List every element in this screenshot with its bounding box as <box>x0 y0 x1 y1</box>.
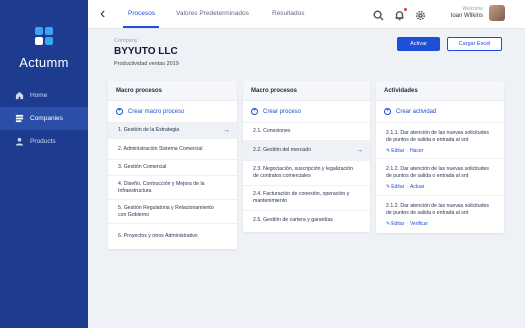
link-separator: · <box>406 221 408 227</box>
list-item[interactable]: 6. Proyectos y otros Administrativo <box>108 224 237 248</box>
action-link[interactable]: Hacer <box>410 148 423 154</box>
active-tab-indicator <box>123 26 159 28</box>
list-item-label: 2. Administración Sistema Comercial <box>118 145 203 152</box>
sidebar-item-label: Companies <box>30 115 63 122</box>
activate-button[interactable]: Activar <box>397 37 440 51</box>
brand-name: Actumm <box>19 55 69 70</box>
tab-procesos[interactable]: Procesos <box>128 10 155 17</box>
search-icon[interactable] <box>373 8 384 21</box>
sidebar-item-label: Home <box>30 92 48 99</box>
avatar[interactable] <box>489 5 505 21</box>
tab-valores-predeterminados[interactable]: Valores Predeterminados <box>176 10 249 17</box>
tab-resultados[interactable]: Resultados <box>272 10 305 17</box>
user-icon <box>14 137 24 147</box>
list-item[interactable]: 2.3. Negociación, suscripción y legaliza… <box>243 161 370 186</box>
list-item[interactable]: 4. Diseño, Contrucción y Mejora de la In… <box>108 176 237 200</box>
list-item[interactable]: 2.1. Conexiones <box>243 123 370 141</box>
sidebar-item-products[interactable]: Products <box>0 130 88 153</box>
notification-dot <box>404 8 407 11</box>
list-item-label: 2.4. Facturación de conexión, operación … <box>253 191 350 204</box>
list-item-label: 2.3. Negociación, suscripción y legaliza… <box>253 166 354 179</box>
back-arrow-icon[interactable]: ‹ <box>100 6 114 22</box>
list-item[interactable]: 3. Gestión Comercial <box>108 160 237 176</box>
list-item[interactable]: 2.2. Gestión del mercado → <box>243 141 370 161</box>
pencil-icon: ✎ <box>386 184 391 190</box>
sidebar: Actumm Home Companies Products <box>0 0 88 328</box>
arrow-right-icon: → <box>356 146 363 154</box>
list-item[interactable]: 2. Administración Sistema Comercial <box>108 139 237 160</box>
action-link[interactable]: Verificar <box>410 221 428 227</box>
link-separator: · <box>406 184 408 190</box>
create-process-button[interactable]: + Crear proceso <box>243 101 370 123</box>
gear-icon[interactable] <box>415 8 426 20</box>
plus-icon: + <box>251 108 258 115</box>
company-label: Company <box>114 38 138 44</box>
topbar: ‹ Procesos Valores Predeterminados Resul… <box>88 0 525 29</box>
activity-item: 2.1.2. Dar atención de las nuevas solici… <box>376 196 504 232</box>
activity-item: 2.1.1. Dar atención de las nuevas solici… <box>376 123 504 159</box>
activity-text: 2.1.2. Dar atención de las nuevas solici… <box>386 166 489 179</box>
edit-link[interactable]: Editar <box>391 148 404 154</box>
activity-item: 2.1.2. Dar atención de las nuevas solici… <box>376 159 504 196</box>
action-link[interactable]: Actuar <box>410 184 424 190</box>
activity-text: 2.1.1. Dar atención de las nuevas solici… <box>386 130 489 143</box>
upload-excel-button[interactable]: Cargar Excel <box>447 37 502 51</box>
panel-title: Actividades <box>376 81 504 101</box>
list-item-label: 2.5. Gestión de cartera y garantías <box>253 216 333 223</box>
create-label: Crear proceso <box>263 108 302 115</box>
companies-icon <box>14 114 24 124</box>
list-item-label: 3. Gestión Comercial <box>118 164 167 170</box>
list-item[interactable]: 1. Gestión de la Estrategia → <box>108 123 237 139</box>
edit-link[interactable]: Editar <box>391 221 404 227</box>
activity-links: ✎Editar · Hacer <box>386 148 496 158</box>
activities-panel: Actividades + Crear actividad 2.1.1. Dar… <box>376 81 504 233</box>
company-subtitle: Productividad ventas 2019 <box>114 61 179 67</box>
plus-icon: + <box>384 108 391 115</box>
create-macro-process-button[interactable]: + Crear macro proceso <box>108 101 237 123</box>
list-item-label: 2.1. Conexiones <box>253 128 291 134</box>
pencil-icon: ✎ <box>386 148 391 154</box>
activity-links: ✎Editar · Verificar <box>386 221 496 231</box>
arrow-right-icon: → <box>223 126 230 134</box>
list-item[interactable]: 2.5. Gestión de cartera y garantías <box>243 211 370 229</box>
list-item-label: 5. Gestión Regulatoria y Relacionamiento… <box>118 204 214 218</box>
sidebar-item-home[interactable]: Home <box>0 84 88 107</box>
sidebar-nav: Home Companies Products <box>0 84 88 153</box>
list-item[interactable]: 2.4. Facturación de conexión, operación … <box>243 186 370 211</box>
plus-icon: + <box>116 108 123 115</box>
pencil-icon: ✎ <box>386 221 391 227</box>
list-item-label: 6. Proyectos y otros Administrativo <box>118 232 198 239</box>
create-label: Crear actividad <box>396 108 437 115</box>
page-title: BYYUTO LLC <box>114 46 178 57</box>
list-item[interactable]: 5. Gestión Regulatoria y Relacionamiento… <box>108 200 237 224</box>
activity-links: ✎Editar · Actuar <box>386 184 496 194</box>
panel-title: Macro procesos <box>243 81 370 101</box>
list-item-label: 4. Diseño, Contrucción y Mejora de la In… <box>118 180 205 194</box>
create-activity-button[interactable]: + Crear actividad <box>376 101 504 123</box>
sidebar-item-companies[interactable]: Companies <box>0 107 88 130</box>
user-name: Ioan Wilkins <box>450 13 483 19</box>
create-label: Crear macro proceso <box>128 108 185 115</box>
welcome-label: Welcome <box>462 6 483 12</box>
home-icon <box>14 91 24 101</box>
user-greeting: Welcome Ioan Wilkins <box>451 6 483 20</box>
logo-icon <box>35 27 53 45</box>
macro-processes-panel: Macro procesos + Crear macro proceso 1. … <box>108 81 237 249</box>
activity-text: 2.1.2. Dar atención de las nuevas solici… <box>386 203 489 216</box>
list-item-label: 1. Gestión de la Estrategia <box>118 127 180 133</box>
processes-panel: Macro procesos + Crear proceso 2.1. Cone… <box>243 81 370 232</box>
panel-title: Macro procesos <box>108 81 237 101</box>
list-item-label: 2.2. Gestión del mercado <box>253 147 311 153</box>
sidebar-item-label: Products <box>30 138 56 145</box>
edit-link[interactable]: Editar <box>391 184 404 190</box>
link-separator: · <box>406 148 408 154</box>
